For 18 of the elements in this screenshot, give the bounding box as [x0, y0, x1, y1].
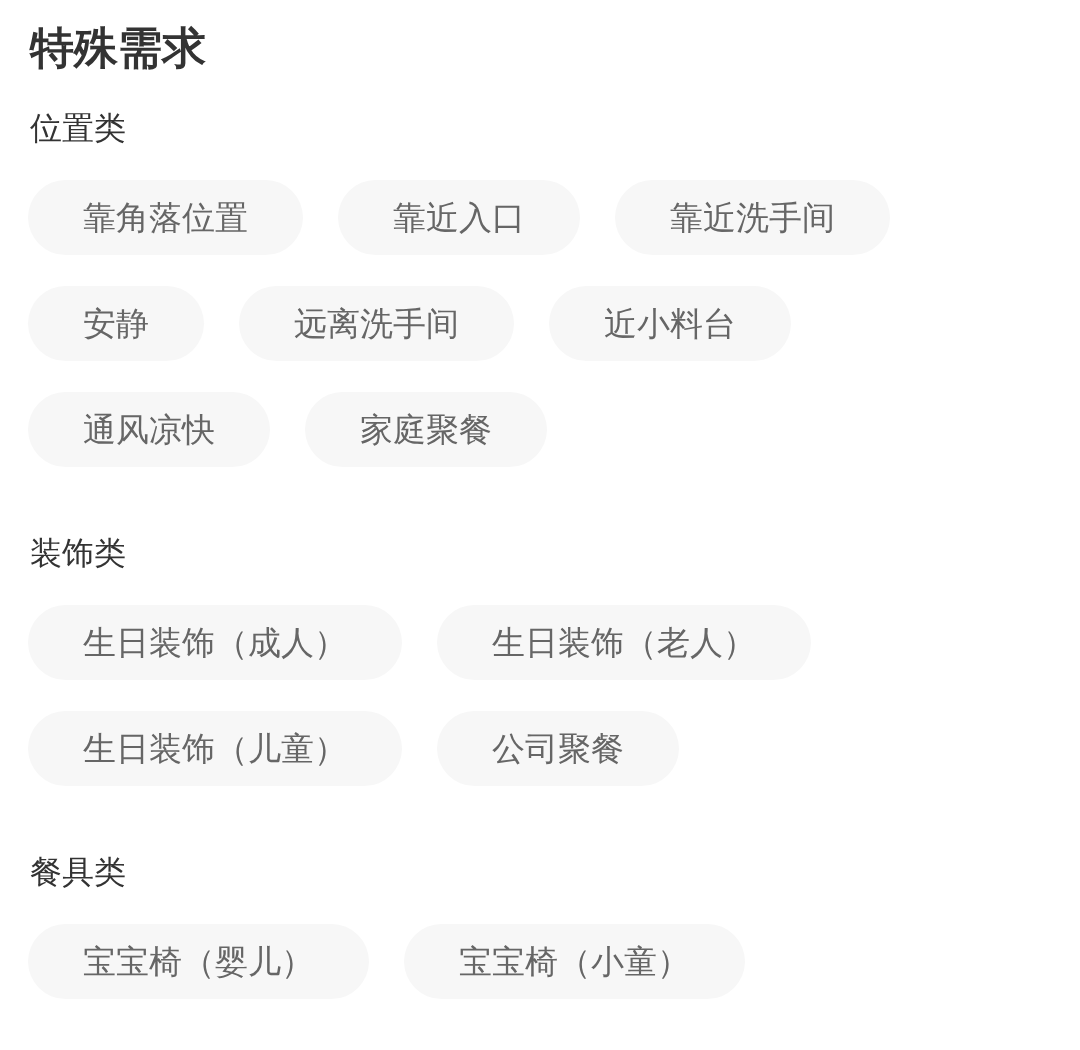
option-chip[interactable]: 靠近入口 [338, 180, 580, 255]
option-chip[interactable]: 生日装饰（儿童） [28, 711, 402, 786]
section-heading: 位置类 [30, 108, 126, 148]
option-chip[interactable]: 家庭聚餐 [305, 392, 547, 467]
option-chip[interactable]: 宝宝椅（婴儿） [28, 924, 369, 999]
option-chip[interactable]: 宝宝椅（小童） [404, 924, 745, 999]
option-chip[interactable]: 靠近洗手间 [615, 180, 890, 255]
option-chip[interactable]: 通风凉快 [28, 392, 270, 467]
section-heading: 装饰类 [30, 533, 126, 573]
option-chip[interactable]: 公司聚餐 [437, 711, 679, 786]
option-chip[interactable]: 远离洗手间 [239, 286, 514, 361]
option-chip[interactable]: 近小料台 [549, 286, 791, 361]
option-chip[interactable]: 生日装饰（成人） [28, 605, 402, 680]
option-chip[interactable]: 生日装饰（老人） [437, 605, 811, 680]
page-title: 特殊需求 [30, 22, 207, 74]
section-heading: 餐具类 [30, 852, 126, 892]
option-chip[interactable]: 安静 [28, 286, 204, 361]
option-chip[interactable]: 靠角落位置 [28, 180, 303, 255]
